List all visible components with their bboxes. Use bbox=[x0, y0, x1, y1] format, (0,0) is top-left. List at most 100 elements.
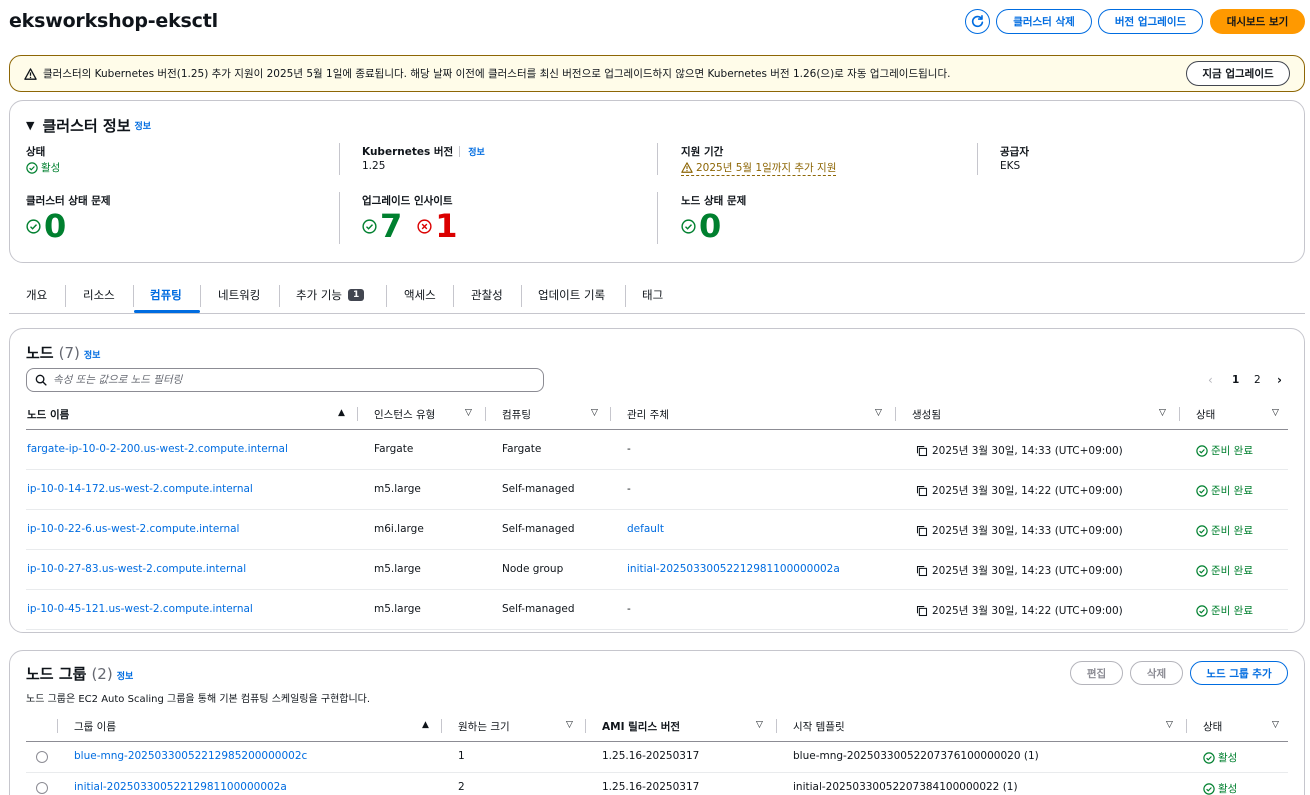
divider bbox=[657, 192, 658, 244]
view-dashboard-button[interactable]: 대시보드 보기 bbox=[1210, 9, 1305, 34]
sort-icon[interactable]: ▽ bbox=[875, 408, 882, 418]
page-1[interactable]: 1 bbox=[1232, 374, 1239, 386]
upgrade-version-button[interactable]: 버전 업그레이드 bbox=[1098, 9, 1203, 34]
group-name-link[interactable]: initial-20250330052212981100000002a bbox=[74, 781, 287, 793]
col-desired-size[interactable]: 원하는 크기 bbox=[458, 719, 510, 734]
sort-icon[interactable]: ▽ bbox=[1272, 720, 1279, 730]
table-row: ip-10-0-45-121.us-west-2.compute.interna… bbox=[0, 590, 1310, 630]
tab-tags[interactable]: 태그 bbox=[642, 287, 663, 303]
status-text: 준비 완료 bbox=[1211, 445, 1253, 457]
node-name-link[interactable]: ip-10-0-22-6.us-west-2.compute.internal bbox=[27, 523, 239, 535]
tab-overview[interactable]: 개요 bbox=[26, 287, 47, 303]
col-group-name[interactable]: 그룹 이름 bbox=[74, 719, 116, 734]
cluster-info-header[interactable]: ▼ 클러스터 정보 정보 bbox=[26, 115, 151, 136]
sort-ascending-icon[interactable]: ▲ bbox=[338, 408, 345, 418]
copy-icon[interactable] bbox=[916, 485, 928, 497]
k8s-info-link[interactable]: 정보 bbox=[468, 145, 485, 158]
divider bbox=[977, 143, 978, 175]
col-node-name[interactable]: 노드 이름 bbox=[27, 407, 69, 422]
row-select-radio[interactable] bbox=[36, 751, 48, 763]
column-divider bbox=[895, 407, 896, 421]
status-text: 준비 완료 bbox=[1211, 565, 1253, 577]
sort-icon[interactable]: ▽ bbox=[566, 720, 573, 730]
col-compute[interactable]: 컴퓨팅 bbox=[502, 407, 531, 422]
copy-icon[interactable] bbox=[916, 525, 928, 537]
k8s-version-value: 1.25 bbox=[362, 160, 386, 172]
sort-icon[interactable]: ▽ bbox=[465, 408, 472, 418]
check-circle-icon bbox=[1196, 484, 1208, 497]
tab-compute[interactable]: 컴퓨팅 bbox=[150, 287, 182, 303]
upgrade-now-button[interactable]: 지금 업그레이드 bbox=[1186, 61, 1290, 86]
col-instance-type[interactable]: 인스턴스 유형 bbox=[374, 407, 435, 422]
tab-addons[interactable]: 추가 기능 1 bbox=[296, 287, 365, 303]
managed-by[interactable]: initial-20250330052212981100000002a bbox=[627, 563, 840, 575]
col-launch-template[interactable]: 시작 템플릿 bbox=[793, 719, 845, 734]
row-select-radio[interactable] bbox=[36, 782, 48, 794]
cluster-health-value[interactable]: 0 bbox=[26, 210, 66, 242]
check-circle-icon bbox=[1196, 604, 1208, 617]
node-name-link[interactable]: fargate-ip-10-0-2-200.us-west-2.compute.… bbox=[27, 443, 288, 455]
table-row: initial-20250330052212981100000002a 2 1.… bbox=[0, 773, 1310, 795]
table-row: ip-10-0-27-83.us-west-2.compute.internal… bbox=[0, 550, 1310, 590]
copy-icon[interactable] bbox=[916, 565, 928, 577]
check-circle-icon bbox=[1196, 444, 1208, 457]
sort-icon[interactable]: ▽ bbox=[1159, 408, 1166, 418]
status-badge: 활성 bbox=[1203, 781, 1237, 795]
tab-divider bbox=[453, 285, 454, 307]
node-name-link[interactable]: ip-10-0-45-121.us-west-2.compute.interna… bbox=[27, 603, 253, 615]
edit-button[interactable]: 편집 bbox=[1070, 661, 1123, 685]
node-groups-title: 노드 그룹 bbox=[26, 665, 87, 683]
col-group-status[interactable]: 상태 bbox=[1203, 719, 1222, 734]
sort-ascending-icon[interactable]: ▲ bbox=[422, 720, 429, 730]
node-health-value[interactable]: 0 bbox=[681, 210, 721, 242]
column-divider bbox=[1179, 407, 1180, 421]
divider bbox=[339, 143, 340, 175]
check-circle-icon bbox=[26, 218, 41, 234]
node-groups-count: (2) bbox=[91, 665, 113, 683]
node-filter-search[interactable] bbox=[26, 368, 544, 392]
group-name-link[interactable]: blue-mng-20250330052212985200000002c bbox=[74, 750, 307, 762]
nodes-title: 노드 bbox=[26, 344, 54, 362]
sort-icon[interactable]: ▽ bbox=[1166, 720, 1173, 730]
col-ami-version[interactable]: AMI 릴리스 버전 bbox=[602, 719, 680, 734]
managed-by[interactable]: default bbox=[627, 523, 664, 535]
refresh-button[interactable] bbox=[965, 9, 990, 34]
status-badge: 준비 완료 bbox=[1196, 483, 1253, 498]
node-name-link[interactable]: ip-10-0-14-172.us-west-2.compute.interna… bbox=[27, 483, 253, 495]
tab-networking[interactable]: 네트워킹 bbox=[218, 287, 260, 303]
nodes-info-link[interactable]: 정보 bbox=[84, 348, 101, 361]
sort-icon[interactable]: ▽ bbox=[756, 720, 763, 730]
upgrade-insights-label: 업그레이드 인사이트 bbox=[362, 195, 453, 207]
ami-version: 1.25.16-20250317 bbox=[602, 781, 700, 793]
next-page-icon[interactable]: › bbox=[1277, 373, 1282, 387]
col-status[interactable]: 상태 bbox=[1196, 407, 1215, 422]
tab-resources[interactable]: 리소스 bbox=[83, 287, 115, 303]
tab-divider bbox=[133, 285, 134, 307]
node-groups-info-link[interactable]: 정보 bbox=[117, 669, 134, 682]
page-2[interactable]: 2 bbox=[1254, 374, 1261, 386]
tab-update-history[interactable]: 업데이트 기록 bbox=[538, 287, 605, 303]
k8s-version-label: Kubernetes 버전 bbox=[362, 146, 454, 158]
tab-access[interactable]: 액세스 bbox=[404, 287, 436, 303]
cluster-info-title: 클러스터 정보 bbox=[42, 117, 131, 135]
copy-icon[interactable] bbox=[916, 605, 928, 617]
col-managed-by[interactable]: 관리 주체 bbox=[627, 407, 669, 422]
status-badge: 활성 bbox=[1203, 750, 1237, 765]
support-period-value[interactable]: 2025년 5월 1일까지 추가 지원 bbox=[681, 160, 837, 176]
node-filter-input[interactable] bbox=[53, 374, 523, 386]
tab-observability[interactable]: 관찰성 bbox=[471, 287, 503, 303]
copy-icon[interactable] bbox=[916, 445, 928, 457]
insights-passing-count: 7 bbox=[380, 207, 403, 245]
upgrade-insights-value[interactable]: 7 1 bbox=[362, 210, 458, 242]
nodes-count: (7) bbox=[58, 344, 80, 362]
add-node-group-button[interactable]: 노드 그룹 추가 bbox=[1190, 661, 1288, 685]
prev-page-icon[interactable]: ‹ bbox=[1208, 373, 1213, 387]
delete-cluster-button[interactable]: 클러스터 삭제 bbox=[996, 9, 1092, 34]
created-text: 2025년 3월 30일, 14:33 (UTC+09:00) bbox=[932, 445, 1123, 457]
col-created[interactable]: 생성됨 bbox=[912, 407, 941, 422]
delete-button[interactable]: 삭제 bbox=[1130, 661, 1183, 685]
cluster-info-link[interactable]: 정보 bbox=[135, 119, 152, 132]
sort-icon[interactable]: ▽ bbox=[591, 408, 598, 418]
node-name-link[interactable]: ip-10-0-27-83.us-west-2.compute.internal bbox=[27, 563, 246, 575]
sort-icon[interactable]: ▽ bbox=[1272, 408, 1279, 418]
